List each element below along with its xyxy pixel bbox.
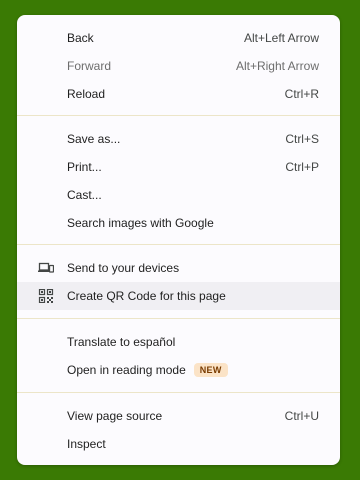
menu-item-create-qr-code[interactable]: Create QR Code for this page bbox=[17, 282, 340, 310]
menu-item-translate[interactable]: Translate to español bbox=[17, 328, 340, 356]
new-badge: NEW bbox=[193, 363, 228, 377]
menu-item-forward[interactable]: Forward Alt+Right Arrow bbox=[17, 52, 340, 80]
menu-item-label: Inspect bbox=[67, 437, 106, 451]
menu-item-label: Back bbox=[67, 31, 94, 45]
menu-item-send-to-devices[interactable]: Send to your devices bbox=[17, 254, 340, 282]
menu-item-shortcut: Ctrl+R bbox=[284, 87, 319, 101]
menu-item-label: View page source bbox=[67, 409, 163, 423]
menu-item-label: Reload bbox=[67, 87, 106, 101]
menu-item-shortcut: Alt+Right Arrow bbox=[235, 59, 319, 73]
menu-item-shortcut: Alt+Left Arrow bbox=[243, 31, 319, 45]
menu-item-reading-mode[interactable]: Open in reading mode NEW bbox=[17, 356, 340, 384]
context-menu: Back Alt+Left Arrow Forward Alt+Right Ar… bbox=[17, 15, 340, 465]
menu-item-label: Forward bbox=[67, 59, 112, 73]
menu-item-shortcut: Ctrl+U bbox=[284, 409, 319, 423]
menu-item-save-as[interactable]: Save as... Ctrl+S bbox=[17, 125, 340, 153]
menu-item-back[interactable]: Back Alt+Left Arrow bbox=[17, 24, 340, 52]
menu-item-label: Open in reading mode NEW bbox=[67, 363, 319, 377]
menu-item-label: Translate to español bbox=[67, 335, 176, 349]
menu-separator bbox=[17, 115, 340, 116]
menu-item-shortcut: Ctrl+S bbox=[285, 132, 319, 146]
menu-separator bbox=[17, 244, 340, 245]
menu-item-view-source[interactable]: View page source Ctrl+U bbox=[17, 402, 340, 430]
menu-separator bbox=[17, 392, 340, 393]
menu-item-search-images[interactable]: Search images with Google bbox=[17, 209, 340, 237]
menu-item-reload[interactable]: Reload Ctrl+R bbox=[17, 80, 340, 108]
menu-item-shortcut: Ctrl+P bbox=[285, 160, 319, 174]
menu-item-label: Print... bbox=[67, 160, 102, 174]
laptop-phone-icon bbox=[38, 261, 55, 275]
menu-separator bbox=[17, 318, 340, 319]
menu-item-label: Search images with Google bbox=[67, 216, 214, 230]
menu-item-print[interactable]: Print... Ctrl+P bbox=[17, 153, 340, 181]
menu-item-inspect[interactable]: Inspect bbox=[17, 430, 340, 458]
menu-item-cast[interactable]: Cast... bbox=[17, 181, 340, 209]
qr-code-icon bbox=[38, 288, 54, 304]
menu-item-label: Send to your devices bbox=[67, 261, 180, 275]
reading-mode-label: Open in reading mode bbox=[67, 363, 186, 377]
menu-item-label: Cast... bbox=[67, 188, 102, 202]
menu-item-label: Create QR Code for this page bbox=[67, 289, 226, 303]
menu-item-label: Save as... bbox=[67, 132, 121, 146]
